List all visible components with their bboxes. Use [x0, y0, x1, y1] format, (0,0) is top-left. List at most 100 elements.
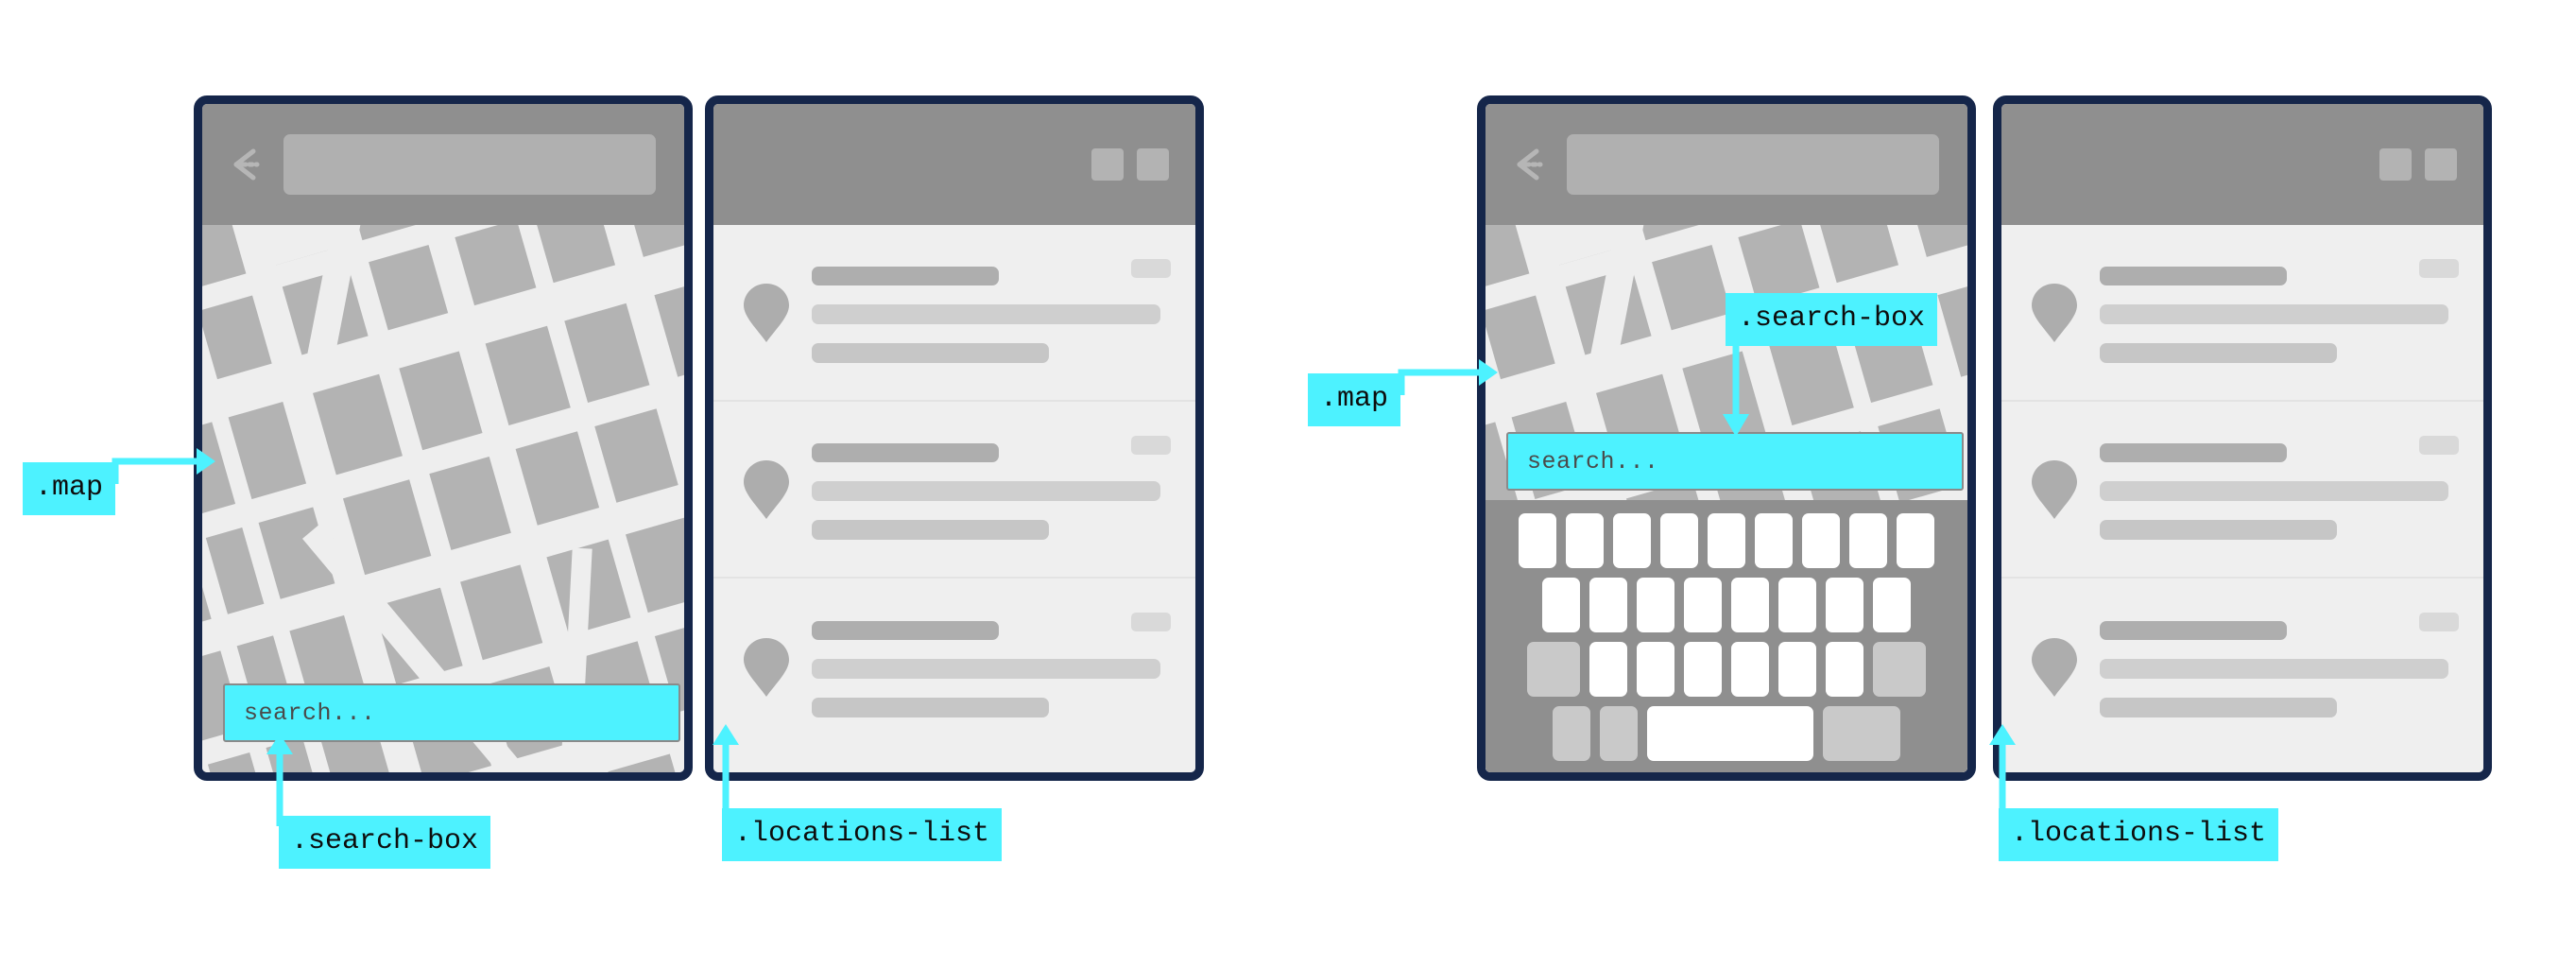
square-icon[interactable]: [2425, 148, 2457, 181]
keyboard-key[interactable]: [1684, 642, 1722, 697]
phone-screen-locations: [713, 104, 1195, 772]
list-item-text-lines: [2100, 440, 2459, 540]
appbar-search-field[interactable]: [283, 134, 656, 195]
status-badge: [2419, 436, 2459, 455]
keyboard-key[interactable]: [1826, 642, 1863, 697]
list-item[interactable]: [713, 225, 1195, 402]
keyboard-key[interactable]: [1660, 513, 1698, 568]
square-icon[interactable]: [1091, 148, 1124, 181]
keyboard-key[interactable]: [1589, 642, 1627, 697]
list-item-title: [812, 266, 999, 285]
phone-frame-map: search...: [194, 95, 693, 781]
map-pin-icon: [2030, 458, 2079, 521]
keyboard-row: [1495, 578, 1958, 632]
keyboard-key[interactable]: [1755, 513, 1793, 568]
phone-screen-map: search...: [202, 104, 684, 772]
keyboard-key[interactable]: [1589, 578, 1627, 632]
list-item-text-lines: [812, 617, 1171, 717]
keyboard-key[interactable]: [1542, 578, 1580, 632]
square-icon[interactable]: [1137, 148, 1169, 181]
status-badge: [1131, 436, 1171, 455]
app-bar: [713, 104, 1195, 225]
status-badge: [2419, 613, 2459, 631]
diagram-map-search-state: search... .map .search-box .locations-li…: [0, 0, 1288, 968]
map-pin-icon: [2030, 636, 2079, 699]
keyboard-key[interactable]: [1637, 578, 1674, 632]
list-item-text-lines: [2100, 263, 2459, 363]
on-screen-keyboard[interactable]: [1485, 500, 1967, 772]
keyboard-key[interactable]: [1873, 578, 1911, 632]
back-arrow-icon[interactable]: [225, 142, 270, 187]
map-pin-icon: [742, 282, 791, 344]
callout-label-locations-list: .locations-list: [1999, 808, 2279, 861]
list-item[interactable]: [2001, 225, 2483, 402]
keyboard-key[interactable]: [1826, 578, 1863, 632]
appbar-actions: [2379, 148, 2468, 181]
locations-list[interactable]: [2001, 225, 2483, 772]
keyboard-row: [1495, 706, 1958, 761]
list-item[interactable]: [713, 579, 1195, 755]
callout-connector-map: [1398, 352, 1499, 418]
list-item-detail: [2100, 342, 2337, 363]
list-item-title: [2100, 442, 2287, 462]
list-item[interactable]: [713, 402, 1195, 579]
diagram-keyboard-open-state: search... .map .search-box .locations-li…: [1288, 0, 2576, 968]
keyboard-key[interactable]: [1637, 642, 1674, 697]
callout-connector-map: [112, 441, 217, 507]
locations-list[interactable]: [713, 225, 1195, 772]
callout-label-search-box: .search-box: [279, 816, 491, 869]
keyboard-key[interactable]: [1849, 513, 1887, 568]
keyboard-key[interactable]: [1613, 513, 1651, 568]
backspace-key[interactable]: [1873, 642, 1926, 697]
list-item-subtitle: [812, 658, 1160, 679]
app-bar: [2001, 104, 2483, 225]
callout-label-locations-list: .locations-list: [722, 808, 1003, 861]
list-item-text-lines: [2100, 617, 2459, 717]
list-item[interactable]: [2001, 579, 2483, 755]
list-item-subtitle: [2100, 658, 2448, 679]
return-key[interactable]: [1823, 706, 1900, 761]
phone-screen-locations: [2001, 104, 2483, 772]
keyboard-key[interactable]: [1708, 513, 1745, 568]
keyboard-row: [1495, 513, 1958, 568]
callout-label-map: .map: [1308, 373, 1401, 426]
symbols-key[interactable]: [1553, 706, 1590, 761]
list-item-subtitle: [812, 303, 1160, 324]
list-item-title: [812, 620, 999, 640]
list-item-detail: [812, 697, 1049, 717]
keyboard-key[interactable]: [1731, 642, 1769, 697]
list-item-detail: [812, 342, 1049, 363]
list-item-title: [812, 442, 999, 462]
keyboard-key[interactable]: [1519, 513, 1556, 568]
map-pin-icon: [2030, 282, 2079, 344]
app-bar: [202, 104, 684, 225]
list-item-text-lines: [812, 440, 1171, 540]
phone-frame-locations: [1993, 95, 2492, 781]
appbar-search-field[interactable]: [1567, 134, 1939, 195]
keyboard-key[interactable]: [1731, 578, 1769, 632]
list-item-text-lines: [812, 263, 1171, 363]
keyboard-key[interactable]: [1566, 513, 1604, 568]
list-item-detail: [2100, 519, 2337, 540]
map-pin-icon: [742, 636, 791, 699]
back-arrow-icon[interactable]: [1508, 142, 1554, 187]
keyboard-key[interactable]: [1802, 513, 1840, 568]
square-icon[interactable]: [2379, 148, 2412, 181]
list-item-detail: [812, 519, 1049, 540]
app-bar: [1485, 104, 1967, 225]
phone-frame-locations: [705, 95, 1204, 781]
keyboard-key[interactable]: [1684, 578, 1722, 632]
list-item-title: [2100, 266, 2287, 285]
list-item-detail: [2100, 697, 2337, 717]
keyboard-key[interactable]: [1778, 578, 1816, 632]
spacebar-key[interactable]: [1647, 706, 1813, 761]
keyboard-key[interactable]: [1778, 642, 1816, 697]
list-item-title: [2100, 620, 2287, 640]
shift-key[interactable]: [1527, 642, 1580, 697]
status-badge: [1131, 613, 1171, 631]
status-badge: [2419, 259, 2459, 278]
list-item[interactable]: [2001, 402, 2483, 579]
keyboard-key[interactable]: [1897, 513, 1934, 568]
emoji-key[interactable]: [1600, 706, 1638, 761]
list-item-subtitle: [2100, 480, 2448, 501]
